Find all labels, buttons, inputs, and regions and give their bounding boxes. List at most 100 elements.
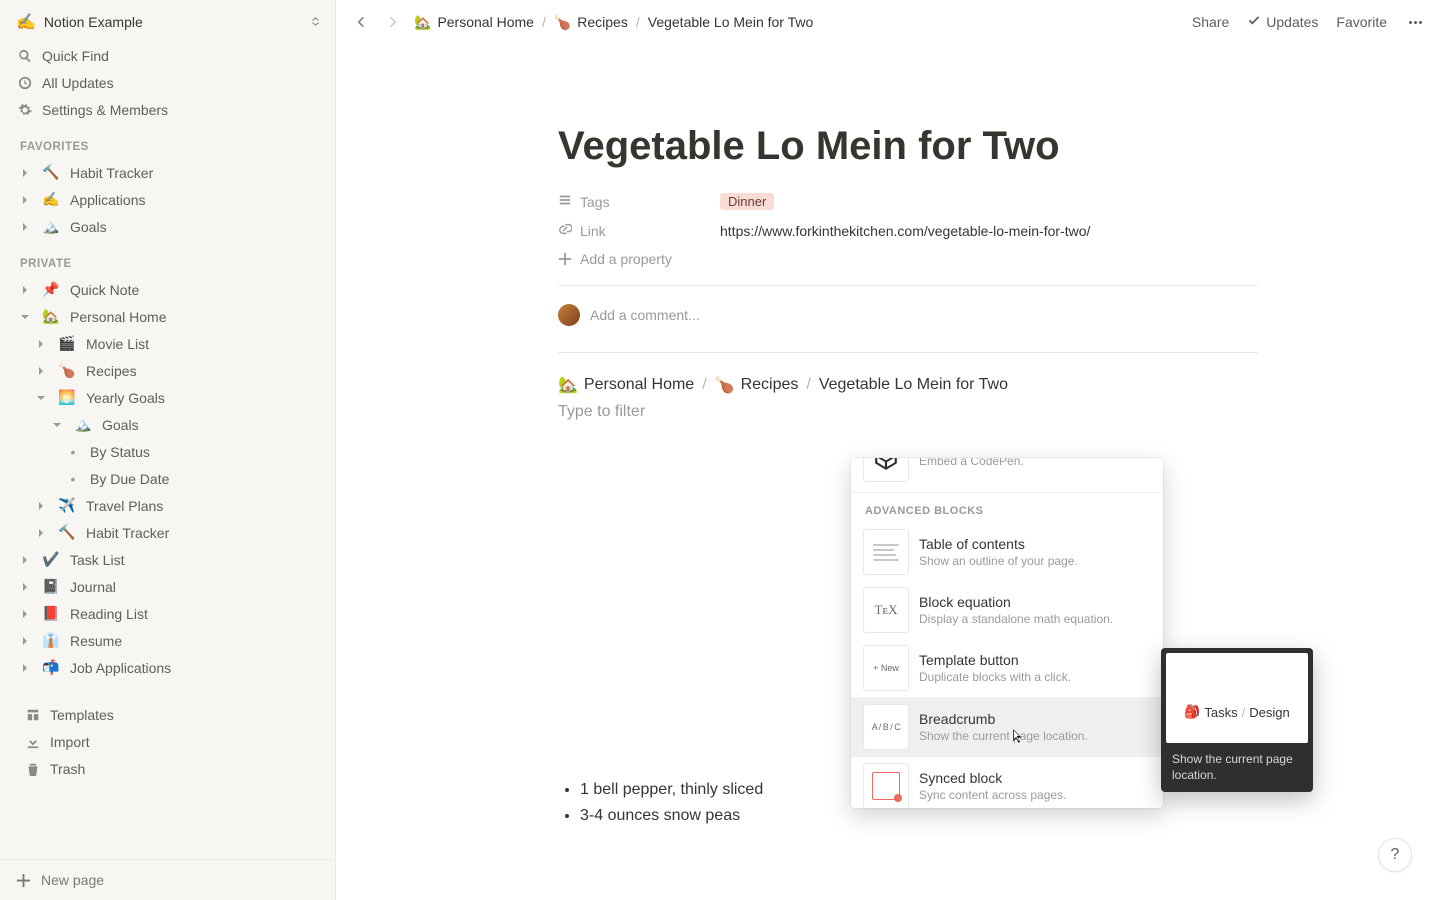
chevron-right-icon[interactable] bbox=[16, 191, 34, 209]
block-menu-item-codepen[interactable]: CodePen Embed a CodePen. bbox=[851, 458, 1163, 492]
inline-breadcrumb-block[interactable]: 🏡Personal Home/🍗Recipes/Vegetable Lo Mei… bbox=[558, 375, 1258, 395]
link-label: Link bbox=[580, 223, 606, 239]
link-value[interactable]: https://www.forkinthekitchen.com/vegetab… bbox=[720, 223, 1258, 239]
sidebar-item-page[interactable]: 🔨Habit Tracker bbox=[8, 519, 327, 546]
chevron-right-icon[interactable] bbox=[16, 659, 34, 677]
sidebar-item-page[interactable]: 🎬Movie List bbox=[8, 330, 327, 357]
page-title[interactable]: Vegetable Lo Mein for Two bbox=[558, 124, 1258, 169]
block-menu-item[interactable]: Table of contents Show an outline of you… bbox=[851, 523, 1163, 581]
tags-property-row[interactable]: Tags Dinner bbox=[558, 187, 1258, 216]
sidebar-item-page[interactable]: 📕 Reading List bbox=[8, 600, 327, 627]
menu-item-desc: Sync content across pages. bbox=[919, 788, 1066, 802]
chevron-right-icon[interactable] bbox=[32, 497, 50, 515]
sidebar-item-page[interactable]: 📌Quick Note bbox=[8, 276, 327, 303]
filter-input[interactable] bbox=[558, 403, 858, 421]
chevron-right-icon[interactable] bbox=[16, 578, 34, 596]
favorite-label: Favorite bbox=[1336, 14, 1387, 30]
page-emoji: ✈️ bbox=[58, 497, 76, 514]
breadcrumb-emoji: 🏡 bbox=[414, 14, 431, 31]
workspace-switcher[interactable]: ✍️ Notion Example bbox=[0, 0, 335, 42]
chevron-right-icon[interactable] bbox=[32, 335, 50, 353]
sidebar-item-page[interactable]: ✔️Task List bbox=[8, 546, 327, 573]
block-menu-item[interactable]: Synced block Sync content across pages. bbox=[851, 757, 1163, 808]
chevron-right-icon[interactable] bbox=[16, 605, 34, 623]
chevron-right-icon[interactable] bbox=[32, 524, 50, 542]
sidebar-item-page[interactable]: ✈️Travel Plans bbox=[8, 492, 327, 519]
new-page-button[interactable]: New page bbox=[0, 860, 335, 900]
breadcrumb-emoji: 🍗 bbox=[715, 375, 735, 395]
sidebar-item-favorite[interactable]: 🏔️ Goals bbox=[8, 213, 327, 240]
chevron-right-icon[interactable] bbox=[16, 218, 34, 236]
sidebar-item-page[interactable]: 🏔️Goals bbox=[8, 411, 327, 438]
breadcrumb-sep: / bbox=[636, 14, 640, 30]
page-emoji: 📕 bbox=[42, 605, 60, 622]
page-emoji: 👔 bbox=[42, 632, 60, 649]
page-emoji: 📌 bbox=[42, 281, 60, 298]
settings-members-label: Settings & Members bbox=[42, 102, 168, 118]
link-icon bbox=[558, 222, 572, 239]
block-menu-item[interactable]: + New Template button Duplicate blocks w… bbox=[851, 639, 1163, 697]
chevron-right-icon[interactable] bbox=[32, 389, 50, 407]
import-button[interactable]: Import bbox=[16, 728, 319, 755]
trash-button[interactable]: Trash bbox=[16, 755, 319, 782]
comment-placeholder: Add a comment... bbox=[590, 307, 700, 323]
bullet-icon: • bbox=[64, 444, 82, 460]
sidebar-item-page[interactable]: 📬Job Applications bbox=[8, 654, 327, 681]
updates-button[interactable]: Updates bbox=[1247, 14, 1318, 31]
tooltip-breadcrumb-item: Tasks bbox=[1204, 705, 1237, 720]
gear-icon bbox=[16, 101, 34, 119]
list-item[interactable]: 3-4 ounces snow peas bbox=[580, 807, 1258, 825]
link-property-row[interactable]: Link https://www.forkinthekitchen.com/ve… bbox=[558, 216, 1258, 245]
breadcrumb-item[interactable]: 🏡Personal Home bbox=[558, 375, 694, 395]
favorite-button[interactable]: Favorite bbox=[1336, 14, 1387, 30]
sidebar-item-page[interactable]: 👔 Resume bbox=[8, 627, 327, 654]
sidebar-item-page[interactable]: •By Due Date bbox=[8, 465, 327, 492]
menu-item-title: Breadcrumb bbox=[919, 711, 1088, 727]
share-button[interactable]: Share bbox=[1192, 14, 1229, 30]
quick-find-button[interactable]: Quick Find bbox=[8, 42, 327, 69]
page-label: Reading List bbox=[70, 606, 148, 622]
trash-label: Trash bbox=[50, 761, 85, 777]
page-label: By Due Date bbox=[90, 471, 169, 487]
breadcrumb-sep: / bbox=[806, 376, 810, 394]
chevron-right-icon[interactable] bbox=[32, 362, 50, 380]
block-menu-item[interactable]: A / B / C Breadcrumb Show the current pa… bbox=[851, 698, 1163, 756]
tooltip-preview-area: 🎒 Tasks / Design bbox=[1166, 653, 1308, 743]
sidebar-item-favorite[interactable]: 🔨 Habit Tracker bbox=[8, 159, 327, 186]
back-button[interactable] bbox=[350, 11, 372, 33]
sidebar-item-page[interactable]: 📓Journal bbox=[8, 573, 327, 600]
workspace-name: Notion Example bbox=[44, 14, 302, 30]
comment-row[interactable]: Add a comment... bbox=[558, 300, 1258, 340]
sidebar-item-favorite[interactable]: ✍️ Applications bbox=[8, 186, 327, 213]
sidebar-item-page[interactable]: 🍗Recipes bbox=[8, 357, 327, 384]
chevron-right-icon[interactable] bbox=[48, 416, 66, 434]
add-property-button[interactable]: Add a property bbox=[558, 245, 1258, 273]
chevron-right-icon[interactable] bbox=[16, 551, 34, 569]
menu-item-desc: Embed a CodePen. bbox=[919, 458, 1024, 468]
more-menu-button[interactable] bbox=[1405, 21, 1426, 24]
forward-button[interactable] bbox=[382, 11, 404, 33]
help-button[interactable]: ? bbox=[1378, 838, 1412, 872]
block-menu-item[interactable]: TᴇX Block equation Display a standalone … bbox=[851, 581, 1163, 639]
breadcrumb-item[interactable]: 🏡Personal Home bbox=[414, 14, 534, 31]
chevron-right-icon[interactable] bbox=[16, 281, 34, 299]
chevron-right-icon[interactable] bbox=[16, 632, 34, 650]
share-label: Share bbox=[1192, 14, 1229, 30]
page-label: Resume bbox=[70, 633, 122, 649]
breadcrumb-item[interactable]: Vegetable Lo Mein for Two bbox=[648, 14, 814, 30]
settings-members-button[interactable]: Settings & Members bbox=[8, 96, 327, 123]
sidebar-item-page[interactable]: 🏡Personal Home bbox=[8, 303, 327, 330]
breadcrumb-item[interactable]: 🍗Recipes bbox=[554, 14, 628, 31]
tag-chip-dinner[interactable]: Dinner bbox=[720, 193, 774, 210]
chevron-right-icon[interactable] bbox=[16, 164, 34, 182]
templates-button[interactable]: Templates bbox=[16, 701, 319, 728]
breadcrumb-item[interactable]: Vegetable Lo Mein for Two bbox=[819, 376, 1008, 394]
sidebar-item-page[interactable]: 🌅Yearly Goals bbox=[8, 384, 327, 411]
topbar: 🏡Personal Home/🍗Recipes/Vegetable Lo Mei… bbox=[336, 0, 1440, 44]
breadcrumb-item[interactable]: 🍗Recipes bbox=[715, 375, 799, 395]
all-updates-label: All Updates bbox=[42, 75, 114, 91]
all-updates-button[interactable]: All Updates bbox=[8, 69, 327, 96]
sidebar-item-page[interactable]: •By Status bbox=[8, 438, 327, 465]
sidebar: ✍️ Notion Example Quick Find All Updates… bbox=[0, 0, 336, 900]
chevron-right-icon[interactable] bbox=[16, 308, 34, 326]
